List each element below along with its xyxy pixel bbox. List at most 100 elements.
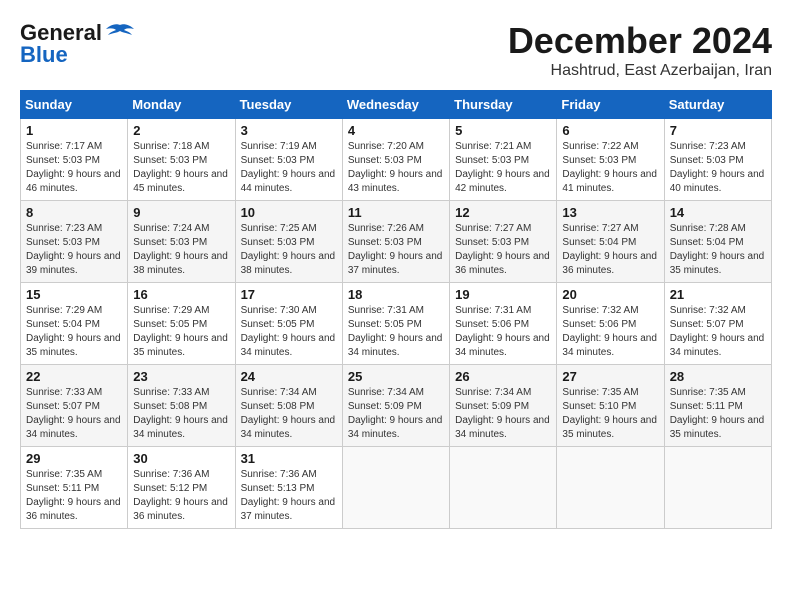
calendar-cell: 22 Sunrise: 7:33 AMSunset: 5:07 PMDayligh… (21, 365, 128, 447)
day-info: Sunrise: 7:31 AMSunset: 5:05 PMDaylight:… (348, 304, 444, 360)
day-number: 21 (670, 287, 766, 302)
day-number: 30 (133, 451, 229, 466)
day-info: Sunrise: 7:17 AMSunset: 5:03 PMDaylight:… (26, 140, 122, 196)
calendar-cell (664, 447, 771, 529)
calendar-cell (557, 447, 664, 529)
day-info: Sunrise: 7:30 AMSunset: 5:05 PMDaylight:… (241, 304, 337, 360)
calendar-cell (342, 447, 449, 529)
calendar-cell: 5 Sunrise: 7:21 AMSunset: 5:03 PMDaylight… (450, 119, 557, 201)
weekday-header: Thursday (450, 91, 557, 119)
calendar-cell: 12 Sunrise: 7:27 AMSunset: 5:03 PMDayligh… (450, 201, 557, 283)
calendar-cell: 31 Sunrise: 7:36 AMSunset: 5:13 PMDayligh… (235, 447, 342, 529)
day-info: Sunrise: 7:18 AMSunset: 5:03 PMDaylight:… (133, 140, 229, 196)
day-info: Sunrise: 7:33 AMSunset: 5:07 PMDaylight:… (26, 386, 122, 442)
calendar-cell: 18 Sunrise: 7:31 AMSunset: 5:05 PMDayligh… (342, 283, 449, 365)
day-number: 18 (348, 287, 444, 302)
calendar-cell: 21 Sunrise: 7:32 AMSunset: 5:07 PMDayligh… (664, 283, 771, 365)
day-number: 28 (670, 369, 766, 384)
weekday-header: Friday (557, 91, 664, 119)
day-number: 19 (455, 287, 551, 302)
page-container: General Blue December 2024 Hashtrud, Eas… (20, 20, 772, 529)
calendar-week-row: 29 Sunrise: 7:35 AMSunset: 5:11 PMDayligh… (21, 447, 772, 529)
day-info: Sunrise: 7:36 AMSunset: 5:12 PMDaylight:… (133, 468, 229, 524)
day-info: Sunrise: 7:27 AMSunset: 5:03 PMDaylight:… (455, 222, 551, 278)
day-info: Sunrise: 7:34 AMSunset: 5:09 PMDaylight:… (348, 386, 444, 442)
day-info: Sunrise: 7:28 AMSunset: 5:04 PMDaylight:… (670, 222, 766, 278)
location-subtitle: Hashtrud, East Azerbaijan, Iran (508, 62, 772, 80)
day-number: 22 (26, 369, 122, 384)
weekday-header: Sunday (21, 91, 128, 119)
weekday-header-row: SundayMondayTuesdayWednesdayThursdayFrid… (21, 91, 772, 119)
calendar-cell: 23 Sunrise: 7:33 AMSunset: 5:08 PMDayligh… (128, 365, 235, 447)
day-info: Sunrise: 7:25 AMSunset: 5:03 PMDaylight:… (241, 222, 337, 278)
calendar-cell: 25 Sunrise: 7:34 AMSunset: 5:09 PMDayligh… (342, 365, 449, 447)
calendar-cell: 9Sunrise: 7:24 AMSunset: 5:03 PMDaylight… (128, 201, 235, 283)
day-info: Sunrise: 7:35 AMSunset: 5:11 PMDaylight:… (670, 386, 766, 442)
day-info: Sunrise: 7:36 AMSunset: 5:13 PMDaylight:… (241, 468, 337, 524)
logo: General Blue (20, 20, 134, 68)
day-number: 17 (241, 287, 337, 302)
day-number: 27 (562, 369, 658, 384)
logo-blue: Blue (20, 42, 68, 68)
day-info: Sunrise: 7:35 AMSunset: 5:10 PMDaylight:… (562, 386, 658, 442)
day-number: 10 (241, 205, 337, 220)
day-info: Sunrise: 7:31 AMSunset: 5:06 PMDaylight:… (455, 304, 551, 360)
weekday-header: Monday (128, 91, 235, 119)
day-number: 4 (348, 123, 444, 138)
day-number: 23 (133, 369, 229, 384)
day-number: 13 (562, 205, 658, 220)
day-number: 16 (133, 287, 229, 302)
calendar-cell: 27 Sunrise: 7:35 AMSunset: 5:10 PMDayligh… (557, 365, 664, 447)
day-number: 7 (670, 123, 766, 138)
calendar-cell: 10 Sunrise: 7:25 AMSunset: 5:03 PMDayligh… (235, 201, 342, 283)
calendar-cell: 17 Sunrise: 7:30 AMSunset: 5:05 PMDayligh… (235, 283, 342, 365)
day-number: 25 (348, 369, 444, 384)
day-number: 3 (241, 123, 337, 138)
logo-bird-icon (106, 23, 134, 43)
calendar-cell: 3Sunrise: 7:19 AMSunset: 5:03 PMDaylight… (235, 119, 342, 201)
day-info: Sunrise: 7:23 AMSunset: 5:03 PMDaylight:… (670, 140, 766, 196)
day-info: Sunrise: 7:32 AMSunset: 5:07 PMDaylight:… (670, 304, 766, 360)
day-number: 31 (241, 451, 337, 466)
day-number: 8 (26, 205, 122, 220)
calendar-cell: 6Sunrise: 7:22 AMSunset: 5:03 PMDaylight… (557, 119, 664, 201)
day-number: 26 (455, 369, 551, 384)
calendar-week-row: 8 Sunrise: 7:23 AMSunset: 5:03 PMDaylight… (21, 201, 772, 283)
day-number: 24 (241, 369, 337, 384)
day-info: Sunrise: 7:23 AMSunset: 5:03 PMDaylight:… (26, 222, 122, 278)
weekday-header: Tuesday (235, 91, 342, 119)
day-number: 9 (133, 205, 229, 220)
day-number: 2 (133, 123, 229, 138)
calendar-cell: 20 Sunrise: 7:32 AMSunset: 5:06 PMDayligh… (557, 283, 664, 365)
day-info: Sunrise: 7:20 AMSunset: 5:03 PMDaylight:… (348, 140, 444, 196)
calendar-cell: 28 Sunrise: 7:35 AMSunset: 5:11 PMDayligh… (664, 365, 771, 447)
calendar-week-row: 15Sunrise: 7:29 AMSunset: 5:04 PMDayligh… (21, 283, 772, 365)
day-info: Sunrise: 7:33 AMSunset: 5:08 PMDaylight:… (133, 386, 229, 442)
calendar-cell: 30 Sunrise: 7:36 AMSunset: 5:12 PMDayligh… (128, 447, 235, 529)
weekday-header: Wednesday (342, 91, 449, 119)
calendar-week-row: 1Sunrise: 7:17 AMSunset: 5:03 PMDaylight… (21, 119, 772, 201)
day-info: Sunrise: 7:32 AMSunset: 5:06 PMDaylight:… (562, 304, 658, 360)
calendar-cell: 2 Sunrise: 7:18 AMSunset: 5:03 PMDaylight… (128, 119, 235, 201)
calendar-cell (450, 447, 557, 529)
calendar-table: SundayMondayTuesdayWednesdayThursdayFrid… (20, 90, 772, 529)
title-section: December 2024 Hashtrud, East Azerbaijan,… (508, 20, 772, 80)
weekday-header: Saturday (664, 91, 771, 119)
day-info: Sunrise: 7:35 AMSunset: 5:11 PMDaylight:… (26, 468, 122, 524)
day-number: 14 (670, 205, 766, 220)
day-info: Sunrise: 7:21 AMSunset: 5:03 PMDaylight:… (455, 140, 551, 196)
day-number: 6 (562, 123, 658, 138)
day-info: Sunrise: 7:34 AMSunset: 5:09 PMDaylight:… (455, 386, 551, 442)
day-number: 12 (455, 205, 551, 220)
calendar-cell: 8 Sunrise: 7:23 AMSunset: 5:03 PMDaylight… (21, 201, 128, 283)
header: General Blue December 2024 Hashtrud, Eas… (20, 20, 772, 80)
day-number: 5 (455, 123, 551, 138)
day-number: 20 (562, 287, 658, 302)
calendar-week-row: 22 Sunrise: 7:33 AMSunset: 5:07 PMDayligh… (21, 365, 772, 447)
calendar-cell: 26 Sunrise: 7:34 AMSunset: 5:09 PMDayligh… (450, 365, 557, 447)
calendar-cell: 4 Sunrise: 7:20 AMSunset: 5:03 PMDaylight… (342, 119, 449, 201)
day-info: Sunrise: 7:34 AMSunset: 5:08 PMDaylight:… (241, 386, 337, 442)
day-info: Sunrise: 7:29 AMSunset: 5:05 PMDaylight:… (133, 304, 229, 360)
day-info: Sunrise: 7:27 AMSunset: 5:04 PMDaylight:… (562, 222, 658, 278)
day-number: 29 (26, 451, 122, 466)
